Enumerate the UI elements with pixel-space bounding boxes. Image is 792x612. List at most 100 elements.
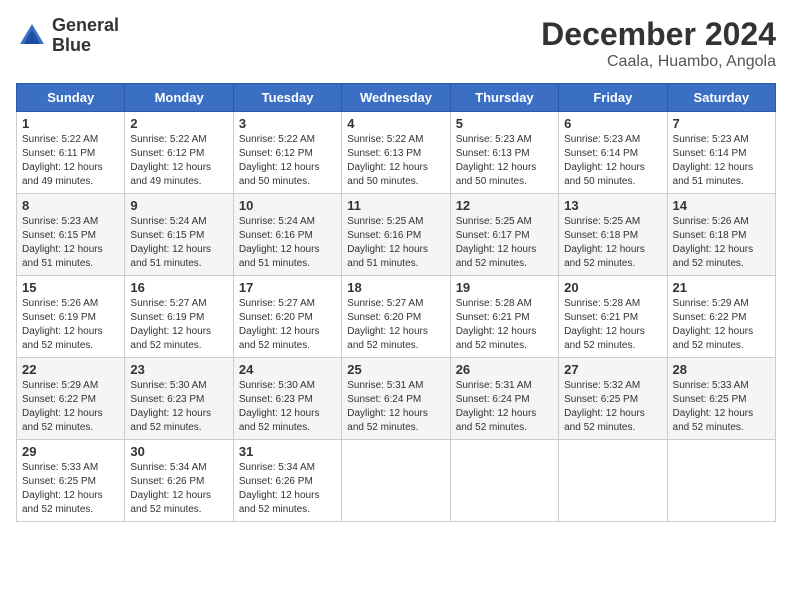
day-info: Sunrise: 5:29 AMSunset: 6:22 PMDaylight:…: [673, 297, 770, 353]
calendar-day-cell: 18 Sunrise: 5:27 AMSunset: 6:20 PMDayligh…: [342, 276, 450, 358]
day-number: 29: [22, 444, 119, 459]
calendar-week-row: 1 Sunrise: 5:22 AMSunset: 6:11 PMDaylight…: [17, 112, 776, 194]
calendar-day-cell: 27 Sunrise: 5:32 AMSunset: 6:25 PMDayligh…: [559, 358, 667, 440]
day-number: 21: [673, 280, 770, 295]
day-info: Sunrise: 5:34 AMSunset: 6:26 PMDaylight:…: [130, 461, 227, 517]
day-number: 6: [564, 116, 661, 131]
weekday-header: Sunday: [17, 84, 125, 112]
day-info: Sunrise: 5:27 AMSunset: 6:19 PMDaylight:…: [130, 297, 227, 353]
calendar-day-cell: 4 Sunrise: 5:22 AMSunset: 6:13 PMDaylight…: [342, 112, 450, 194]
calendar-day-cell: 15Sunrise: 5:26 AMSunset: 6:19 PMDayligh…: [17, 276, 125, 358]
calendar-day-cell: 17 Sunrise: 5:27 AMSunset: 6:20 PMDayligh…: [233, 276, 341, 358]
calendar-day-cell: [342, 440, 450, 522]
day-info: Sunrise: 5:30 AMSunset: 6:23 PMDaylight:…: [130, 379, 227, 435]
day-info: Sunrise: 5:32 AMSunset: 6:25 PMDaylight:…: [564, 379, 661, 435]
day-number: 30: [130, 444, 227, 459]
calendar-day-cell: 21 Sunrise: 5:29 AMSunset: 6:22 PMDayligh…: [667, 276, 775, 358]
logo-icon: [16, 20, 48, 52]
day-info: Sunrise: 5:33 AMSunset: 6:25 PMDaylight:…: [22, 461, 119, 517]
day-number: 1: [22, 116, 119, 131]
weekday-header: Thursday: [450, 84, 558, 112]
day-number: 2: [130, 116, 227, 131]
day-number: 25: [347, 362, 444, 377]
logo-text: General Blue: [52, 16, 119, 56]
calendar-day-cell: 30 Sunrise: 5:34 AMSunset: 6:26 PMDayligh…: [125, 440, 233, 522]
calendar-day-cell: 8 Sunrise: 5:23 AMSunset: 6:15 PMDaylight…: [17, 194, 125, 276]
weekday-header: Tuesday: [233, 84, 341, 112]
day-number: 20: [564, 280, 661, 295]
calendar-day-cell: 10 Sunrise: 5:24 AMSunset: 6:16 PMDayligh…: [233, 194, 341, 276]
location-title: Caala, Huambo, Angola: [541, 53, 776, 71]
day-info: Sunrise: 5:25 AMSunset: 6:16 PMDaylight:…: [347, 215, 444, 271]
calendar-day-cell: [667, 440, 775, 522]
calendar-day-cell: 25 Sunrise: 5:31 AMSunset: 6:24 PMDayligh…: [342, 358, 450, 440]
day-number: 26: [456, 362, 553, 377]
day-number: 4: [347, 116, 444, 131]
calendar-day-cell: 16 Sunrise: 5:27 AMSunset: 6:19 PMDayligh…: [125, 276, 233, 358]
month-title: December 2024: [541, 16, 776, 53]
calendar-week-row: 15Sunrise: 5:26 AMSunset: 6:19 PMDayligh…: [17, 276, 776, 358]
calendar-day-cell: 24Sunrise: 5:30 AMSunset: 6:23 PMDayligh…: [233, 358, 341, 440]
day-info: Sunrise: 5:22 AMSunset: 6:11 PMDaylight:…: [22, 133, 119, 189]
weekday-header: Friday: [559, 84, 667, 112]
calendar-day-cell: 3Sunrise: 5:22 AMSunset: 6:12 PMDaylight…: [233, 112, 341, 194]
weekday-header: Wednesday: [342, 84, 450, 112]
weekday-header-row: SundayMondayTuesdayWednesdayThursdayFrid…: [17, 84, 776, 112]
page-header: General Blue December 2024 Caala, Huambo…: [16, 16, 776, 71]
day-number: 10: [239, 198, 336, 213]
day-number: 11: [347, 198, 444, 213]
day-info: Sunrise: 5:27 AMSunset: 6:20 PMDaylight:…: [239, 297, 336, 353]
calendar-day-cell: 13Sunrise: 5:25 AMSunset: 6:18 PMDayligh…: [559, 194, 667, 276]
day-info: Sunrise: 5:25 AMSunset: 6:17 PMDaylight:…: [456, 215, 553, 271]
title-block: December 2024 Caala, Huambo, Angola: [541, 16, 776, 71]
day-number: 15: [22, 280, 119, 295]
day-info: Sunrise: 5:30 AMSunset: 6:23 PMDaylight:…: [239, 379, 336, 435]
day-number: 7: [673, 116, 770, 131]
calendar-day-cell: 6Sunrise: 5:23 AMSunset: 6:14 PMDaylight…: [559, 112, 667, 194]
calendar-day-cell: 14 Sunrise: 5:26 AMSunset: 6:18 PMDayligh…: [667, 194, 775, 276]
calendar-day-cell: 22 Sunrise: 5:29 AMSunset: 6:22 PMDayligh…: [17, 358, 125, 440]
day-number: 19: [456, 280, 553, 295]
day-info: Sunrise: 5:31 AMSunset: 6:24 PMDaylight:…: [347, 379, 444, 435]
calendar-table: SundayMondayTuesdayWednesdayThursdayFrid…: [16, 83, 776, 522]
day-info: Sunrise: 5:22 AMSunset: 6:13 PMDaylight:…: [347, 133, 444, 189]
calendar-day-cell: 7 Sunrise: 5:23 AMSunset: 6:14 PMDaylight…: [667, 112, 775, 194]
day-info: Sunrise: 5:33 AMSunset: 6:25 PMDaylight:…: [673, 379, 770, 435]
calendar-day-cell: 5 Sunrise: 5:23 AMSunset: 6:13 PMDaylight…: [450, 112, 558, 194]
day-info: Sunrise: 5:23 AMSunset: 6:15 PMDaylight:…: [22, 215, 119, 271]
calendar-day-cell: 29 Sunrise: 5:33 AMSunset: 6:25 PMDayligh…: [17, 440, 125, 522]
day-info: Sunrise: 5:27 AMSunset: 6:20 PMDaylight:…: [347, 297, 444, 353]
day-number: 9: [130, 198, 227, 213]
day-number: 22: [22, 362, 119, 377]
day-info: Sunrise: 5:24 AMSunset: 6:15 PMDaylight:…: [130, 215, 227, 271]
calendar-day-cell: 28 Sunrise: 5:33 AMSunset: 6:25 PMDayligh…: [667, 358, 775, 440]
day-number: 14: [673, 198, 770, 213]
day-info: Sunrise: 5:23 AMSunset: 6:13 PMDaylight:…: [456, 133, 553, 189]
calendar-day-cell: 23 Sunrise: 5:30 AMSunset: 6:23 PMDayligh…: [125, 358, 233, 440]
calendar-day-cell: [559, 440, 667, 522]
day-info: Sunrise: 5:24 AMSunset: 6:16 PMDaylight:…: [239, 215, 336, 271]
day-info: Sunrise: 5:23 AMSunset: 6:14 PMDaylight:…: [673, 133, 770, 189]
day-number: 27: [564, 362, 661, 377]
weekday-header: Saturday: [667, 84, 775, 112]
day-info: Sunrise: 5:28 AMSunset: 6:21 PMDaylight:…: [564, 297, 661, 353]
day-number: 8: [22, 198, 119, 213]
calendar-day-cell: 26 Sunrise: 5:31 AMSunset: 6:24 PMDayligh…: [450, 358, 558, 440]
calendar-day-cell: 11 Sunrise: 5:25 AMSunset: 6:16 PMDayligh…: [342, 194, 450, 276]
day-info: Sunrise: 5:22 AMSunset: 6:12 PMDaylight:…: [239, 133, 336, 189]
day-number: 17: [239, 280, 336, 295]
calendar-day-cell: 1 Sunrise: 5:22 AMSunset: 6:11 PMDaylight…: [17, 112, 125, 194]
day-info: Sunrise: 5:31 AMSunset: 6:24 PMDaylight:…: [456, 379, 553, 435]
day-info: Sunrise: 5:22 AMSunset: 6:12 PMDaylight:…: [130, 133, 227, 189]
day-number: 28: [673, 362, 770, 377]
day-info: Sunrise: 5:26 AMSunset: 6:18 PMDaylight:…: [673, 215, 770, 271]
day-number: 31: [239, 444, 336, 459]
day-number: 18: [347, 280, 444, 295]
day-number: 16: [130, 280, 227, 295]
day-info: Sunrise: 5:29 AMSunset: 6:22 PMDaylight:…: [22, 379, 119, 435]
calendar-day-cell: [450, 440, 558, 522]
day-number: 23: [130, 362, 227, 377]
calendar-day-cell: 12Sunrise: 5:25 AMSunset: 6:17 PMDayligh…: [450, 194, 558, 276]
calendar-day-cell: 19Sunrise: 5:28 AMSunset: 6:21 PMDayligh…: [450, 276, 558, 358]
day-number: 5: [456, 116, 553, 131]
